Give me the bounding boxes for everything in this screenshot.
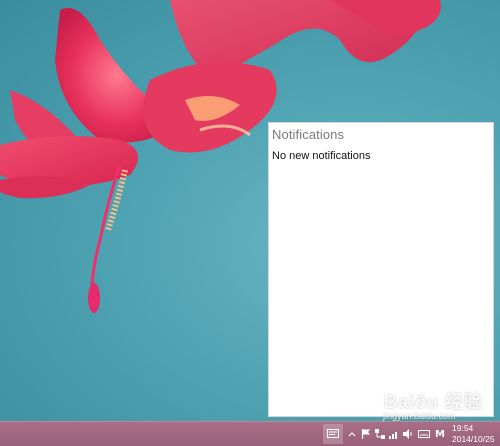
wifi-icon[interactable] [388,427,400,441]
clock-date: 2014/10/25 [452,434,495,444]
action-center-icon [327,429,339,438]
no-notifications-message: No new notifications [272,150,371,162]
keyboard-icon-glyph [418,430,430,438]
clock[interactable]: 19:54 2014/10/25 [452,423,498,445]
chevron-up-icon [348,432,356,437]
speaker-icon [403,429,412,439]
flag-icon-glyph [361,429,370,439]
keyboard-icon[interactable] [418,427,430,441]
taskbar: M 19:54 2014/10/25 [0,421,500,446]
notifications-title: Notifications [272,127,345,142]
network-icon-glyph [375,429,385,439]
notifications-panel: Notifications No new notifications [268,122,494,417]
flag-icon[interactable] [360,427,372,441]
volume-icon[interactable] [402,427,414,441]
clock-time: 19:54 [452,423,474,433]
show-hidden-icons-arrow[interactable] [346,427,358,441]
wifi-icon-glyph [389,432,397,439]
network-icon[interactable] [374,427,386,441]
input-method-icon[interactable]: M [434,427,446,441]
baidu-watermark-url: jingyan.baidu.com [383,411,456,421]
action-center-button[interactable] [323,424,343,444]
